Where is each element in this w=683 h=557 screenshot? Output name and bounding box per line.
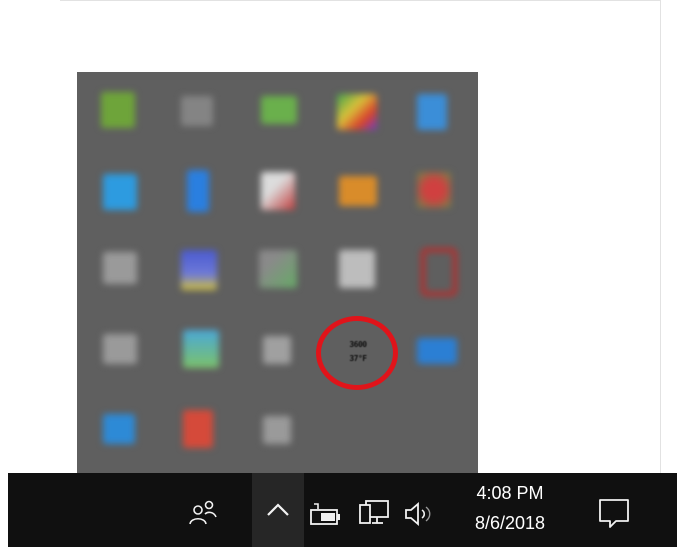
battery-icon[interactable] bbox=[308, 500, 344, 530]
windows-app-icon[interactable] bbox=[339, 250, 375, 288]
cpu-meter-value-line1: 3600 bbox=[349, 340, 367, 349]
taskbar-clock[interactable]: 4:08 PM 8/6/2018 bbox=[455, 478, 565, 538]
show-hidden-icons-button[interactable] bbox=[252, 473, 304, 547]
color-palette-icon[interactable] bbox=[337, 94, 377, 130]
tray-overflow-flyout bbox=[77, 72, 478, 474]
chevron-up-icon bbox=[267, 503, 289, 516]
bluetooth-icon[interactable] bbox=[187, 170, 209, 212]
zoom-icon[interactable] bbox=[103, 414, 135, 444]
app-icon[interactable] bbox=[181, 96, 213, 126]
cpu-meter-value-line2: 37°F bbox=[349, 354, 367, 363]
usb-icon[interactable] bbox=[103, 252, 137, 284]
printer-icon[interactable] bbox=[103, 334, 137, 364]
photos-icon[interactable] bbox=[181, 250, 217, 290]
bluetooth-style-icon[interactable] bbox=[417, 94, 447, 130]
notification-icon[interactable] bbox=[594, 494, 634, 532]
clock-date: 8/6/2018 bbox=[474, 513, 546, 533]
eject-icon[interactable] bbox=[263, 336, 291, 364]
onedrive-icon[interactable] bbox=[417, 338, 457, 364]
network-app-icon[interactable] bbox=[259, 250, 297, 288]
people-icon[interactable] bbox=[186, 496, 220, 530]
device-icon[interactable] bbox=[263, 416, 291, 444]
folder-sync-icon[interactable] bbox=[339, 176, 377, 206]
clock-time: 4:08 PM bbox=[476, 483, 544, 503]
screenshot-edge bbox=[0, 473, 8, 547]
windows-defender-icon[interactable] bbox=[103, 174, 137, 210]
office-app-icon[interactable] bbox=[183, 410, 213, 448]
nvidia-icon[interactable] bbox=[101, 92, 135, 128]
red-app-icon[interactable] bbox=[417, 172, 451, 208]
security-app-icon[interactable] bbox=[261, 172, 295, 210]
battery-app-icon[interactable] bbox=[261, 96, 297, 124]
folder-icon[interactable] bbox=[183, 330, 219, 368]
volume-icon[interactable] bbox=[400, 498, 440, 530]
cpu-meter-icon[interactable]: 3600 37°F bbox=[338, 336, 378, 370]
red-ring-icon[interactable] bbox=[421, 248, 457, 296]
network-icon[interactable] bbox=[356, 497, 392, 531]
